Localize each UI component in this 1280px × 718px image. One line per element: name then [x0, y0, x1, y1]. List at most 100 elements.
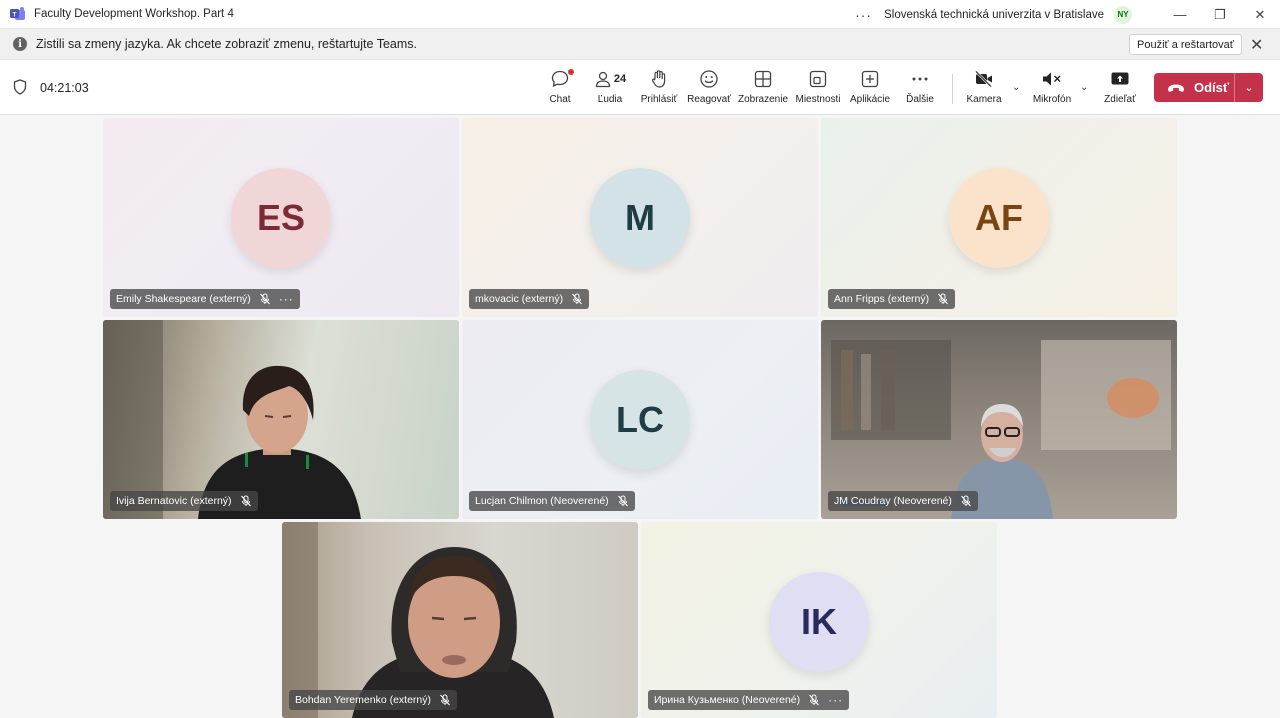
- smiley-icon: [699, 68, 719, 90]
- avatar: M: [590, 168, 690, 268]
- raise-hand-button[interactable]: Prihlásiť: [640, 68, 678, 110]
- title-more-icon[interactable]: ···: [855, 7, 872, 23]
- participant-tile[interactable]: ES Emily Shakespeare (externý) ···: [103, 118, 459, 317]
- participant-name: Ирина Кузьменко (Neoverené): [654, 694, 801, 706]
- breakout-rooms-icon: [809, 68, 827, 90]
- avatar: IK: [769, 572, 869, 672]
- chat-button[interactable]: Chat: [546, 68, 574, 110]
- org-name[interactable]: Slovenská technická univerzita v Bratisl…: [884, 9, 1104, 21]
- chat-label: Chat: [549, 94, 571, 105]
- participant-tile[interactable]: LC Lucjan Chilmon (Neoverené): [462, 320, 818, 519]
- participant-name-tag: Lucjan Chilmon (Neoverené): [469, 491, 635, 511]
- raise-hand-icon: [650, 68, 668, 90]
- window-title: Faculty Development Workshop. Part 4: [34, 8, 234, 20]
- close-window-button[interactable]: ✕: [1240, 0, 1280, 29]
- apps-button[interactable]: Aplikácie: [850, 68, 890, 110]
- react-button[interactable]: Reagovať: [687, 68, 731, 110]
- share-screen-icon: [1110, 68, 1130, 90]
- mic-off-icon: [259, 293, 270, 305]
- language-notification-bar: i Zistili sa zmeny jazyka. Ak chcete zob…: [0, 29, 1280, 60]
- participant-name-tag: Bohdan Yeremenko (externý): [289, 690, 458, 710]
- participant-name: mkovacic (externý): [475, 293, 564, 305]
- notification-close-icon[interactable]: ✕: [1250, 35, 1263, 55]
- mic-off-icon: [617, 495, 628, 507]
- view-button[interactable]: Zobrazenie: [738, 68, 788, 110]
- avatar: LC: [590, 370, 690, 470]
- camera-options-chevron-icon[interactable]: ⌄: [1012, 82, 1020, 93]
- camera-button[interactable]: Kamera: [966, 68, 1002, 110]
- participant-name-tag: mkovacic (externý): [469, 289, 590, 309]
- people-icon: [595, 71, 611, 88]
- share-label: Zdieľať: [1104, 94, 1136, 105]
- participant-more-icon[interactable]: ···: [828, 693, 843, 707]
- participant-name: Lucjan Chilmon (Neoverené): [475, 495, 609, 507]
- avatar: AF: [949, 168, 1049, 268]
- mic-off-icon: [240, 495, 251, 507]
- apply-restart-button[interactable]: Použiť a reštartovať: [1129, 34, 1242, 55]
- notification-text: Zistili sa zmeny jazyka. Ak chcete zobra…: [36, 37, 417, 51]
- participant-name: Ann Fripps (externý): [834, 293, 930, 305]
- raise-hand-label: Prihlásiť: [640, 94, 678, 105]
- mic-off-icon: [938, 293, 949, 305]
- svg-text:T: T: [13, 11, 17, 18]
- participant-name-tag: Ann Fripps (externý): [828, 289, 956, 309]
- mic-off-icon: [440, 694, 450, 706]
- meeting-toolbar: 04:21:03 Chat 24 Ľudia Prihlásiť Reagova…: [0, 60, 1280, 115]
- chat-icon: [550, 68, 574, 90]
- participant-video-tile[interactable]: Bohdan Yeremenko (externý): [282, 522, 638, 718]
- restore-button[interactable]: ❐: [1200, 0, 1240, 29]
- participant-tile[interactable]: M mkovacic (externý): [462, 118, 818, 317]
- grid-view-icon: [754, 68, 772, 90]
- mic-off-icon: [960, 495, 971, 507]
- mic-off-icon: [809, 694, 820, 706]
- rooms-button[interactable]: Miestnosti: [795, 68, 841, 110]
- participant-video: [103, 320, 361, 519]
- add-apps-icon: [861, 68, 879, 90]
- notification-dot: [568, 69, 574, 75]
- mic-off-icon: [572, 293, 583, 305]
- title-bar: T Faculty Development Workshop. Part 4 ·…: [0, 0, 1280, 29]
- camera-off-icon: [974, 68, 994, 90]
- apps-label: Aplikácie: [849, 94, 891, 105]
- shield-icon[interactable]: [13, 79, 27, 95]
- view-label: Zobrazenie: [737, 94, 789, 105]
- react-label: Reagovať: [687, 94, 731, 105]
- teams-logo-icon: T: [10, 7, 25, 20]
- camera-label: Kamera: [966, 94, 1002, 105]
- toolbar-divider: [952, 74, 953, 104]
- minimize-button[interactable]: —: [1160, 0, 1200, 29]
- mic-label: Mikrofón: [1032, 94, 1072, 105]
- people-count: 24: [613, 73, 627, 85]
- participant-name: Ivija Bernatovic (externý): [116, 495, 232, 507]
- participant-name: JM Coudray (Neoverené): [834, 495, 952, 507]
- participant-tile[interactable]: AF Ann Fripps (externý): [821, 118, 1177, 317]
- mic-muted-icon: [1041, 68, 1063, 90]
- leave-button[interactable]: Odísť ⌄: [1154, 73, 1263, 102]
- participant-more-icon[interactable]: ···: [279, 292, 294, 306]
- people-button[interactable]: 24 Ľudia: [592, 68, 628, 110]
- more-label: Ďalšie: [906, 94, 934, 105]
- participant-video: [831, 340, 1171, 519]
- org-avatar[interactable]: NY: [1114, 5, 1132, 24]
- more-icon: [911, 68, 929, 90]
- participant-name-tag: Ivija Bernatovic (externý): [110, 491, 258, 511]
- mic-button[interactable]: Mikrofón: [1032, 68, 1072, 110]
- leave-options-chevron-icon[interactable]: ⌄: [1235, 81, 1263, 94]
- participant-name-tag: Ирина Кузьменко (Neoverené) ···: [648, 690, 850, 710]
- mic-options-chevron-icon[interactable]: ⌄: [1080, 82, 1088, 93]
- participant-tile[interactable]: IK Ирина Кузьменко (Neoverené) ···: [641, 522, 997, 718]
- participant-name: Bohdan Yeremenko (externý): [295, 694, 432, 706]
- avatar: ES: [231, 168, 331, 268]
- participant-video: [282, 522, 554, 718]
- meeting-timer: 04:21:03: [40, 81, 89, 95]
- participant-video-tile[interactable]: Ivija Bernatovic (externý): [103, 320, 459, 519]
- participant-name-tag: JM Coudray (Neoverené): [828, 491, 978, 511]
- hang-up-icon: [1168, 84, 1184, 92]
- participant-video-tile[interactable]: JM Coudray (Neoverené): [821, 320, 1177, 519]
- participant-name-tag: Emily Shakespeare (externý) ···: [110, 289, 300, 309]
- leave-main[interactable]: Odísť: [1154, 73, 1234, 102]
- more-button[interactable]: Ďalšie: [904, 68, 936, 110]
- share-button[interactable]: Zdieľať: [1102, 68, 1138, 110]
- participant-name: Emily Shakespeare (externý): [116, 293, 251, 305]
- people-label: Ľudia: [597, 94, 623, 105]
